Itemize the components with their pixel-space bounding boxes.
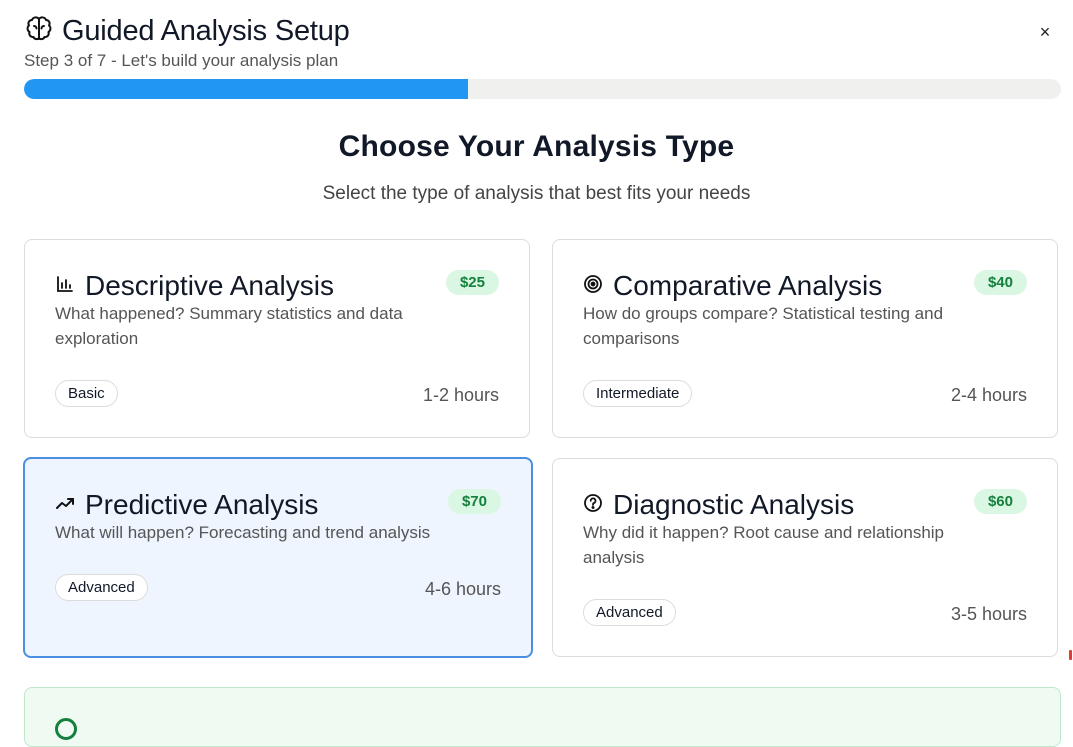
card-title: Predictive Analysis [85, 489, 319, 520]
analysis-card-comparative[interactable]: Comparative Analysis $40 How do groups c… [552, 239, 1058, 438]
card-description: What happened? Summary statistics and da… [55, 304, 403, 348]
section-subtitle: Select the type of analysis that best fi… [322, 183, 751, 204]
title-row: Guided Analysis Setup [24, 14, 1049, 49]
analysis-card-predictive[interactable]: Predictive Analysis $70 What will happen… [23, 457, 533, 658]
card-description: Why did it happen? Root cause and relati… [583, 523, 945, 567]
analysis-card-descriptive[interactable]: Descriptive Analysis $25 What happened? … [24, 239, 530, 438]
close-button[interactable]: × [1035, 22, 1055, 42]
analysis-card-diagnostic[interactable]: Diagnostic Analysis $60 Why did it happe… [552, 458, 1058, 657]
price-badge: $60 [973, 489, 1027, 514]
recommendation-panel [24, 687, 1061, 747]
step-subtitle: Step 3 of 7 - Let's build your analysis … [24, 51, 339, 70]
check-circle-icon [55, 718, 77, 740]
card-header: Descriptive Analysis [55, 270, 334, 302]
card-header: Diagnostic Analysis [583, 489, 854, 521]
level-badge: Basic [55, 380, 118, 407]
card-description: What will happen? Forecasting and trend … [55, 523, 431, 542]
modal-header: Guided Analysis Setup Step 3 of 7 - Let'… [24, 14, 1049, 71]
time-estimate: 4-6 hours [424, 579, 501, 599]
price-badge: $40 [973, 270, 1027, 295]
bar-chart-icon [55, 274, 75, 299]
card-title: Diagnostic Analysis [613, 489, 855, 520]
scroll-marker [1069, 650, 1072, 660]
time-estimate: 3-5 hours [950, 604, 1027, 624]
card-header: Predictive Analysis [55, 489, 318, 521]
progress-bar [24, 79, 1061, 99]
price-badge: $70 [447, 489, 501, 514]
level-badge: Advanced [55, 574, 148, 601]
card-title: Comparative Analysis [613, 270, 883, 301]
card-title: Descriptive Analysis [85, 270, 334, 301]
progress-fill [24, 79, 469, 99]
help-circle-icon [583, 493, 603, 518]
card-header: Comparative Analysis [583, 270, 882, 302]
target-icon [583, 274, 603, 299]
time-estimate: 2-4 hours [950, 385, 1027, 405]
level-badge: Advanced [583, 599, 676, 626]
level-badge: Intermediate [583, 380, 693, 407]
card-description: How do groups compare? Statistical testi… [583, 304, 944, 348]
trending-up-icon [55, 493, 75, 518]
price-badge: $25 [445, 270, 499, 295]
time-estimate: 1-2 hours [422, 385, 499, 405]
section-title: Choose Your Analysis Type [338, 130, 735, 163]
page-title: Guided Analysis Setup [62, 15, 350, 47]
brain-icon [24, 14, 54, 49]
